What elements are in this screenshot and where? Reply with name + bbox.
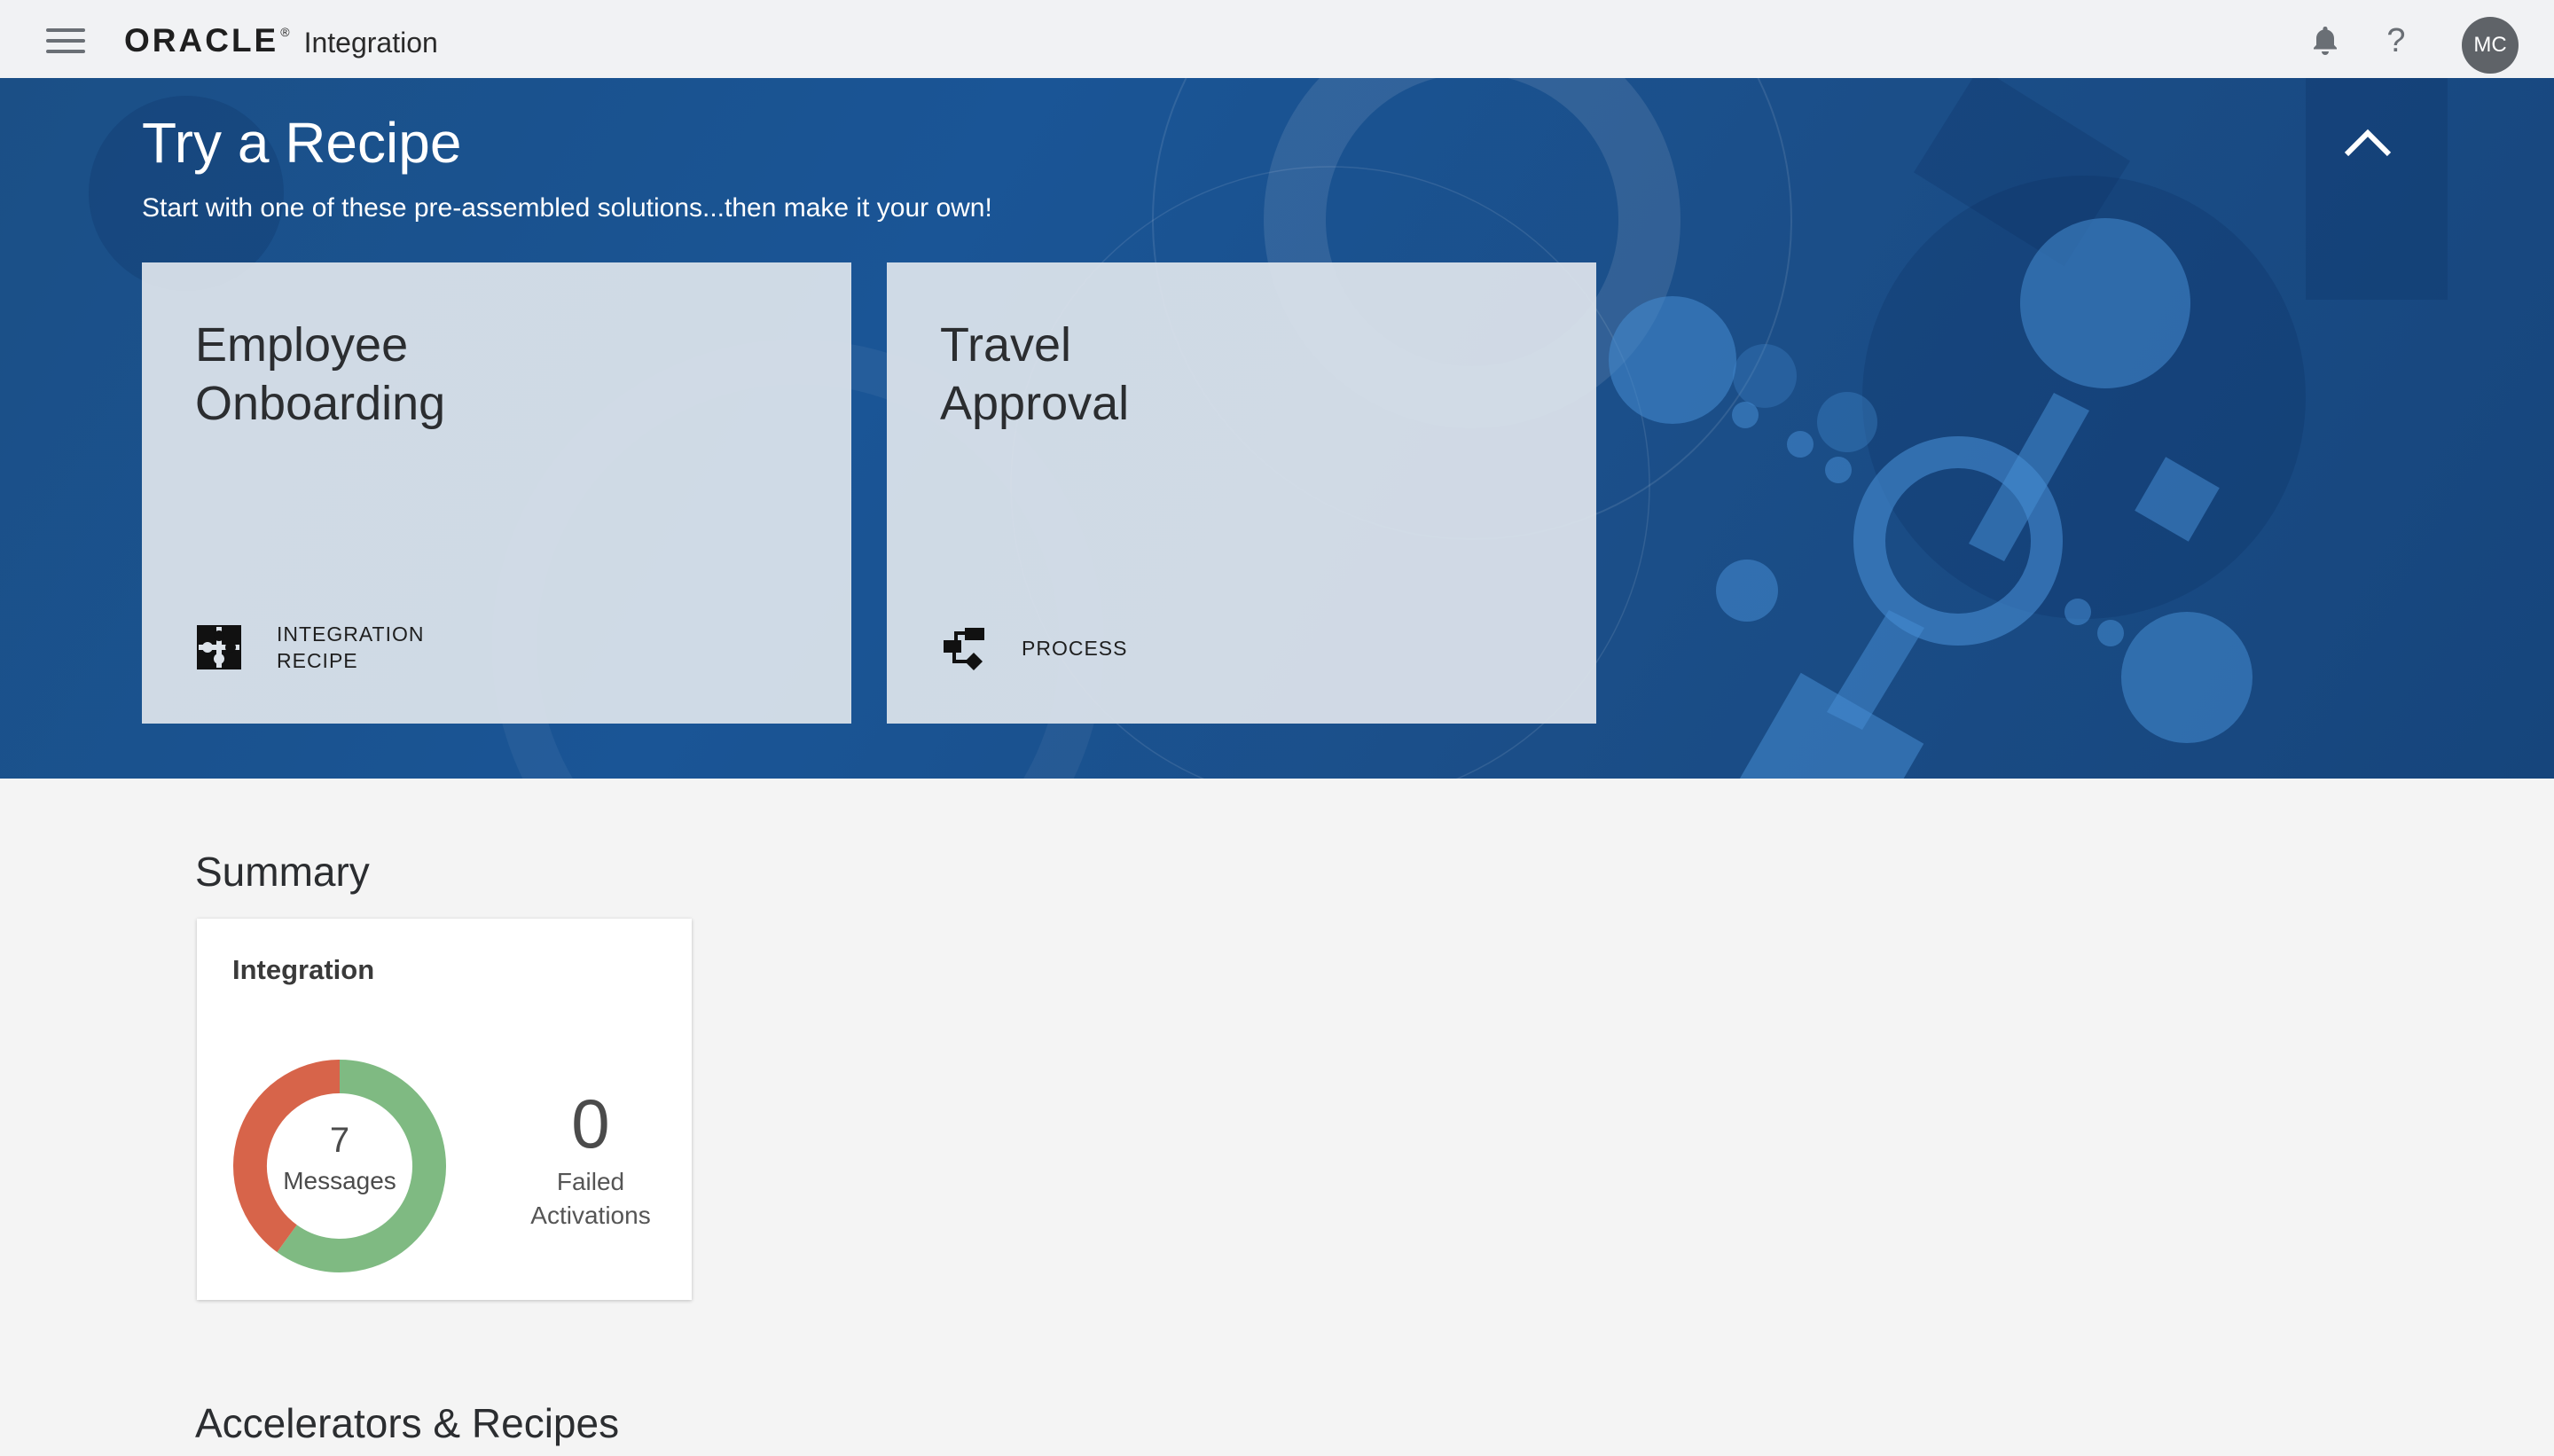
notifications-bell-icon[interactable] — [2306, 21, 2345, 60]
logo-wordmark: ORACLE — [124, 22, 279, 59]
help-icon[interactable]: ? — [2377, 21, 2416, 60]
process-flow-icon — [944, 628, 984, 670]
logo-registered-mark: ® — [280, 25, 290, 39]
recipe-type-label: INTEGRATION RECIPE — [277, 622, 425, 672]
recipe-card-travel-approval[interactable]: Travel Approval PROCESS — [887, 262, 1596, 724]
recipe-card-employee-onboarding[interactable]: Employee Onboarding INTEGRATION RECIPE — [142, 262, 851, 724]
messages-label: Messages — [283, 1167, 396, 1194]
top-header-bar: ORACLE ® Integration ? MC — [0, 0, 2554, 79]
collapse-chevron-up-icon[interactable] — [2341, 124, 2394, 160]
failed-activations-count: 0 — [571, 1084, 610, 1162]
messages-donut-chart[interactable] — [232, 1059, 447, 1273]
hamburger-menu-icon[interactable] — [46, 28, 85, 53]
oracle-integration-logo[interactable]: ORACLE ® Integration — [124, 22, 438, 59]
user-avatar[interactable]: MC — [2462, 17, 2519, 74]
product-name: Integration — [303, 26, 438, 59]
summary-card-title: Integration — [232, 954, 375, 985]
try-a-recipe-banner: Try a Recipe Start with one of these pre… — [0, 78, 2554, 779]
banner-title: Try a Recipe — [142, 111, 462, 175]
recipe-name: Travel Approval — [940, 318, 1130, 430]
messages-count: 7 — [329, 1121, 350, 1160]
banner-subtitle: Start with one of these pre-assembled so… — [142, 193, 992, 223]
recipe-name: Employee Onboarding — [195, 318, 446, 430]
integration-summary-card[interactable]: Integration 7 Messages 0 Failed Activati… — [197, 919, 692, 1300]
recipe-type: INTEGRATION RECIPE — [195, 621, 424, 674]
recipe-type-label: PROCESS — [1022, 637, 1128, 660]
recipe-type: PROCESS — [940, 624, 1127, 672]
accelerators-recipes-heading: Accelerators & Recipes — [195, 1400, 620, 1446]
summary-heading: Summary — [195, 849, 370, 895]
donut-segment-success[interactable] — [277, 1060, 446, 1272]
puzzle-icon — [197, 625, 241, 669]
failed-activations-label: Failed Activations — [530, 1168, 651, 1229]
